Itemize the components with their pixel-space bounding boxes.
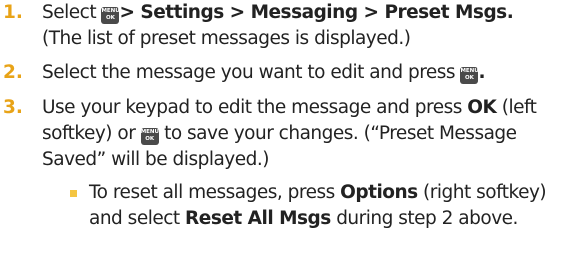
text: (left xyxy=(496,97,537,118)
step-line: Select the message you want to edit and … xyxy=(42,60,562,86)
text: (right softkey) xyxy=(417,182,547,203)
menu-path: > Settings > Messaging > Preset Msgs xyxy=(119,2,507,23)
text: Select xyxy=(42,2,102,23)
bullet-text: To reset all messages, press Options (ri… xyxy=(89,180,562,232)
menu-ok-key-icon: MENU OK xyxy=(460,67,479,84)
step-text: Select the message you want to edit and … xyxy=(42,60,562,86)
step-line: softkey) or MENU OK to save your changes.… xyxy=(42,121,562,147)
text: to save your changes. (“Preset Message xyxy=(158,123,517,144)
bullet-square-icon xyxy=(70,190,77,197)
step-line: Saved” will be displayed.) xyxy=(42,149,269,170)
step-line: (The list of preset messages is displaye… xyxy=(42,28,411,49)
text: during step 2 above. xyxy=(330,208,518,229)
reset-label: Reset All Msgs xyxy=(185,208,331,229)
step-line: and select Reset All Msgs during step 2 … xyxy=(89,206,562,232)
step-line: Use your keypad to edit the message and … xyxy=(42,95,562,121)
text: softkey) or xyxy=(42,123,141,144)
menu-ok-key-icon: MENU OK xyxy=(101,7,120,24)
step-number: 2. xyxy=(3,62,23,83)
step-number: 3. xyxy=(3,97,23,118)
step-line: Select MENU OK > Settings > Messaging > Pr… xyxy=(42,0,562,26)
step-line: To reset all messages, press Options (ri… xyxy=(89,180,562,206)
text: . xyxy=(478,62,485,83)
text: To reset all messages, press xyxy=(89,182,341,203)
text: and select xyxy=(89,208,186,229)
step-number: 1. xyxy=(3,2,23,23)
ok-label: OK xyxy=(467,97,497,118)
text: . xyxy=(506,2,514,23)
options-label: Options xyxy=(340,182,418,203)
text: Select the message you want to edit and … xyxy=(42,62,461,83)
instructions-page: 1. Select MENU OK > Settings > Messaging >… xyxy=(0,0,564,260)
text: Use your keypad to edit the message and … xyxy=(42,97,468,118)
menu-ok-key-icon: MENU OK xyxy=(140,128,159,145)
step-text: Select MENU OK > Settings > Messaging > Pr… xyxy=(42,0,562,52)
step-text: Use your keypad to edit the message and … xyxy=(42,95,562,173)
